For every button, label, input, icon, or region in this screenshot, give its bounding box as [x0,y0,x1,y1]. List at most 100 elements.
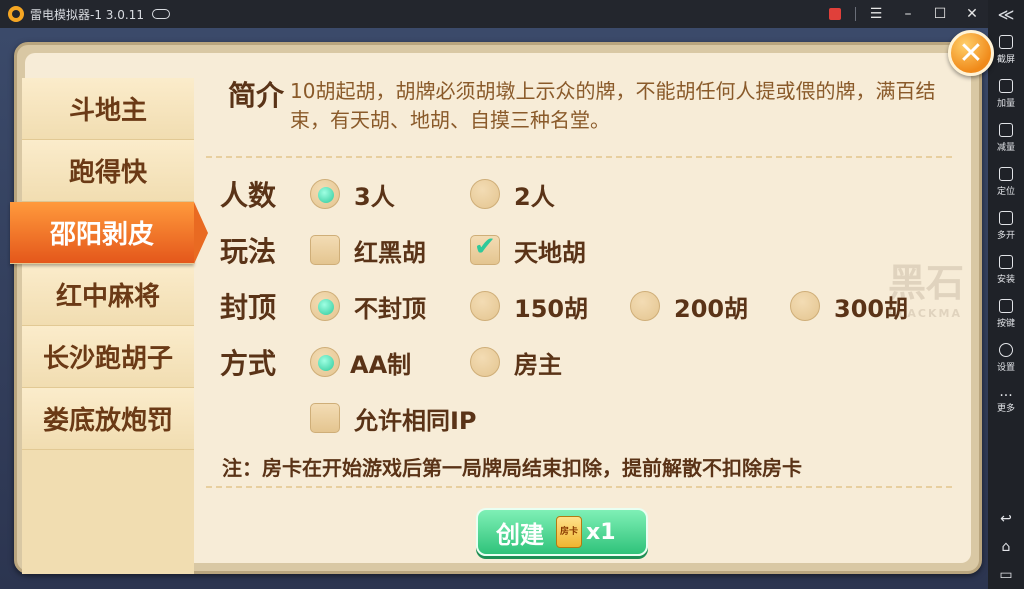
radio-selected[interactable] [310,291,340,321]
tiandihu-option[interactable]: 天地胡 [470,230,586,270]
app-logo-icon [8,6,24,22]
sidebar-item-label: 多开 [996,231,1015,241]
sidebar-item-volume-up[interactable]: 加量 [988,72,1024,116]
tab-changsha-paohuzi[interactable]: 长沙跑胡子 [22,326,194,388]
cap-none-option[interactable]: 不封顶 [310,286,426,326]
keyboard-icon [999,299,1013,313]
host-pays-option[interactable]: 房主 [470,342,562,382]
title-separator [855,7,856,21]
recent-apps-button[interactable]: ▭ [988,561,1024,589]
minimize-button[interactable]: – [892,0,924,28]
game-type-tabs: 斗地主 跑得快 邵阳剥皮 红中麻将 长沙跑胡子 娄底放炮罚 [10,78,208,574]
gift-icon [829,8,841,20]
players-3-option[interactable]: 3人 [310,174,395,214]
scissors-icon [999,35,1013,49]
radio[interactable] [470,347,500,377]
multi-window-icon [999,211,1013,225]
checkbox[interactable] [310,235,340,265]
room-card-icon: 房卡 [556,516,582,548]
radio[interactable] [470,179,500,209]
volume-down-icon [999,123,1013,137]
emulator-sidebar: ≪ 截屏 加量 减量 定位 多开 安装 按键 设置 ··· 更多 ↩ ⌂ ▭ [988,0,1024,589]
room-card-quantity: x1 [586,519,616,545]
option-label: 允许相同IP [354,406,477,435]
cap-label: 封顶 [220,291,277,324]
room-card-text: 房卡 [559,526,578,537]
tab-doudizhu[interactable]: 斗地主 [22,78,194,140]
rules-panel: 简介 10胡起胡，胡牌必须胡墩上示众的牌，不能胡任何人提或偎的牌，满百结束，有天… [200,60,970,566]
volume-up-icon [999,79,1013,93]
home-button[interactable]: ⌂ [988,533,1024,561]
checkbox-checked[interactable] [470,232,500,265]
more-icon: ··· [999,387,1013,404]
option-label: AA制 [350,350,412,379]
option-label: 红黑胡 [354,238,426,267]
intro-section: 简介 10胡起胡，胡牌必须胡墩上示众的牌，不能胡任何人提或偎的牌，满百结束，有天… [228,74,958,135]
tab-hongzhong-majiang[interactable]: 红中麻将 [22,264,194,326]
option-label: 2人 [514,182,555,211]
sidebar-item-label: 加量 [996,99,1015,109]
radio[interactable] [790,291,820,321]
sidebar-item-label: 截屏 [996,55,1015,65]
players-label: 人数 [220,179,277,212]
tab-shaoyang-bopi[interactable]: 邵阳剥皮 [10,202,208,264]
sidebar-item-multi[interactable]: 多开 [988,204,1024,248]
aa-option[interactable]: AA制 [310,342,411,382]
radio[interactable] [470,291,500,321]
option-label: 200胡 [674,294,749,323]
sidebar-item-label: 减量 [996,143,1015,153]
create-room-button[interactable]: 创建 房卡 x1 [476,508,648,556]
sidebar-item-label: 按键 [996,319,1015,329]
menu-button[interactable]: ☰ [860,0,892,28]
collapse-sidebar-button[interactable]: ≪ [988,0,1024,28]
sidebar-item-location[interactable]: 定位 [988,160,1024,204]
cap-300-option[interactable]: 300胡 [790,286,908,326]
cap-150-option[interactable]: 150胡 [470,286,588,326]
create-button-label: 创建 [496,520,544,549]
tabs-filler [22,450,194,574]
option-label: 天地胡 [514,238,586,267]
gift-button[interactable] [819,0,851,28]
sidebar-item-label: 设置 [996,363,1015,373]
radio-selected[interactable] [310,347,340,377]
apk-install-icon [999,255,1013,269]
play-row: 玩法 [220,230,316,270]
tab-paodekuai[interactable]: 跑得快 [22,140,194,202]
option-label: 300胡 [834,294,909,323]
option-label: 不封顶 [354,294,426,323]
checkbox[interactable] [310,403,340,433]
sidebar-item-label: 更多 [996,403,1015,414]
payment-row: 方式 [220,342,316,382]
sidebar-item-keymap[interactable]: 按键 [988,292,1024,336]
intro-text: 10胡起胡，胡牌必须胡墩上示众的牌，不能胡任何人提或偎的牌，满百结束，有天胡、地… [290,79,936,132]
hongheihu-option[interactable]: 红黑胡 [310,230,426,270]
allow-same-ip-option[interactable]: 允许相同IP [310,398,477,438]
emulator-title-bar: 雷电模拟器-1 3.0.11 ☰ – ☐ ✕ [0,0,1024,28]
window-title: 雷电模拟器-1 3.0.11 [30,7,144,22]
option-label: 房主 [514,350,562,379]
sidebar-item-settings[interactable]: 设置 [988,336,1024,380]
players-2-option[interactable]: 2人 [470,174,555,214]
radio-selected[interactable] [310,179,340,209]
close-icon: ✕ [958,35,984,71]
room-card-note: 注：房卡在开始游戏后第一局牌局结束扣除，提前解散不扣除房卡 [222,456,802,480]
cap-row: 封顶 [220,286,316,326]
sidebar-item-install[interactable]: 安装 [988,248,1024,292]
sidebar-item-volume-down[interactable]: 减量 [988,116,1024,160]
radio[interactable] [630,291,660,321]
sidebar-item-label: 安装 [996,275,1015,285]
divider-top [206,156,952,158]
sidebar-item-label: 定位 [996,187,1015,197]
close-window-button[interactable]: ✕ [956,0,988,28]
maximize-button[interactable]: ☐ [924,0,956,28]
tab-loudi-fangpaofa[interactable]: 娄底放炮罚 [22,388,194,450]
gamepad-icon[interactable] [151,9,170,19]
sidebar-item-more[interactable]: ··· 更多 [988,380,1024,424]
close-dialog-button[interactable]: ✕ [948,30,994,76]
cap-200-option[interactable]: 200胡 [630,286,748,326]
location-icon [999,167,1013,181]
back-button[interactable]: ↩ [988,505,1024,533]
payment-label: 方式 [220,347,277,380]
option-label: 150胡 [514,294,589,323]
intro-label: 简介 [228,79,285,112]
